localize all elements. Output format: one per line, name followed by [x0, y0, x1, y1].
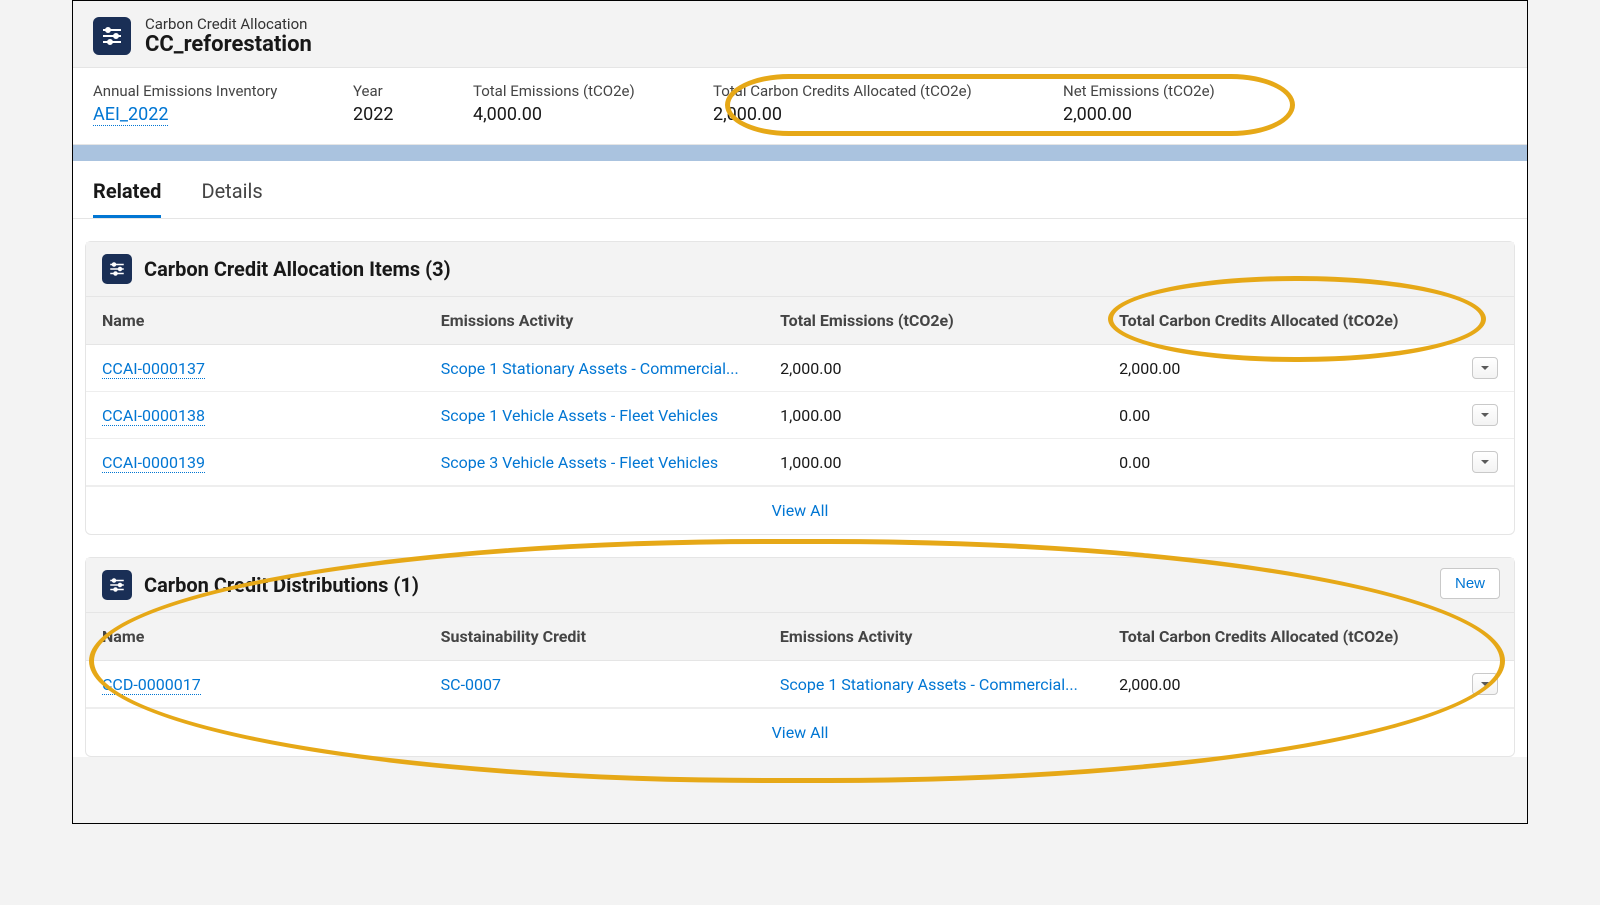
col-total[interactable]: Total Emissions (tCO2e) — [764, 297, 1103, 345]
distributions-table: Name Sustainability Credit Emissions Act… — [86, 613, 1514, 708]
row-activity-link[interactable]: Scope 1 Stationary Assets - Commercial..… — [441, 359, 739, 378]
record-type-label: Carbon Credit Allocation — [145, 15, 312, 33]
tabs: Related Details — [73, 161, 1527, 219]
allocation-items-icon — [102, 254, 132, 284]
new-button[interactable]: New — [1440, 568, 1500, 599]
col-credits[interactable]: Total Carbon Credits Allocated (tCO2e) — [1103, 613, 1456, 661]
table-row: CCAI-0000137 Scope 1 Stationary Assets -… — [86, 345, 1514, 392]
col-name[interactable]: Name — [86, 297, 425, 345]
hl-total-label: Total Emissions (tCO2e) — [473, 82, 653, 100]
hl-total-value: 4,000.00 — [473, 104, 653, 125]
row-menu-button[interactable] — [1472, 404, 1498, 426]
row-menu-button[interactable] — [1472, 451, 1498, 473]
col-credits[interactable]: Total Carbon Credits Allocated (tCO2e) — [1103, 297, 1456, 345]
col-name[interactable]: Name — [86, 613, 425, 661]
card-distributions-title[interactable]: Carbon Credit Distributions (1) — [144, 573, 419, 597]
row-total: 1,000.00 — [764, 392, 1103, 439]
allocation-icon — [93, 17, 131, 55]
table-row: CCAI-0000138 Scope 1 Vehicle Assets - Fl… — [86, 392, 1514, 439]
row-credits: 2,000.00 — [1103, 661, 1456, 708]
row-menu-button[interactable] — [1472, 357, 1498, 379]
row-credits: 0.00 — [1103, 392, 1456, 439]
separator-bar — [73, 145, 1527, 161]
card-distributions: Carbon Credit Distributions (1) New Name… — [85, 557, 1515, 757]
col-credit[interactable]: Sustainability Credit — [425, 613, 764, 661]
page-header: Carbon Credit Allocation CC_reforestatio… — [73, 1, 1527, 67]
row-activity-link[interactable]: Scope 1 Vehicle Assets - Fleet Vehicles — [441, 406, 718, 425]
hl-credits-label: Total Carbon Credits Allocated (tCO2e) — [713, 82, 1003, 100]
row-total: 1,000.00 — [764, 439, 1103, 486]
row-name-link[interactable]: CCD-0000017 — [102, 675, 201, 695]
tab-related[interactable]: Related — [93, 179, 161, 218]
allocation-items-table: Name Emissions Activity Total Emissions … — [86, 297, 1514, 486]
hl-inventory-link[interactable]: AEI_2022 — [93, 104, 168, 126]
row-activity-link[interactable]: Scope 3 Vehicle Assets - Fleet Vehicles — [441, 453, 718, 472]
highlights-panel: Annual Emissions Inventory AEI_2022 Year… — [73, 67, 1527, 145]
distributions-icon — [102, 570, 132, 600]
hl-year-value: 2022 — [353, 104, 413, 125]
row-name-link[interactable]: CCAI-0000137 — [102, 359, 205, 379]
row-name-link[interactable]: CCAI-0000139 — [102, 453, 205, 473]
card-allocation-items: Carbon Credit Allocation Items (3) Name … — [85, 241, 1515, 535]
tab-details[interactable]: Details — [201, 179, 262, 218]
col-activity[interactable]: Emissions Activity — [764, 613, 1103, 661]
table-row: CCAI-0000139 Scope 3 Vehicle Assets - Fl… — [86, 439, 1514, 486]
row-credits: 2,000.00 — [1103, 345, 1456, 392]
table-row: CCD-0000017 SC-0007 Scope 1 Stationary A… — [86, 661, 1514, 708]
record-name: CC_reforestation — [145, 32, 312, 57]
row-credits: 0.00 — [1103, 439, 1456, 486]
hl-net-label: Net Emissions (tCO2e) — [1063, 82, 1215, 100]
hl-inventory-label: Annual Emissions Inventory — [93, 82, 293, 100]
view-all-link[interactable]: View All — [86, 486, 1514, 534]
hl-year-label: Year — [353, 82, 413, 100]
view-all-link[interactable]: View All — [86, 708, 1514, 756]
row-activity-link[interactable]: Scope 1 Stationary Assets - Commercial..… — [780, 675, 1078, 694]
hl-credits-value: 2,000.00 — [713, 104, 1003, 125]
row-total: 2,000.00 — [764, 345, 1103, 392]
hl-net-value: 2,000.00 — [1063, 104, 1215, 125]
col-activity[interactable]: Emissions Activity — [425, 297, 764, 345]
card-allocation-items-title[interactable]: Carbon Credit Allocation Items (3) — [144, 257, 451, 281]
row-name-link[interactable]: CCAI-0000138 — [102, 406, 205, 426]
row-menu-button[interactable] — [1472, 673, 1498, 695]
row-credit-link[interactable]: SC-0007 — [441, 675, 501, 694]
